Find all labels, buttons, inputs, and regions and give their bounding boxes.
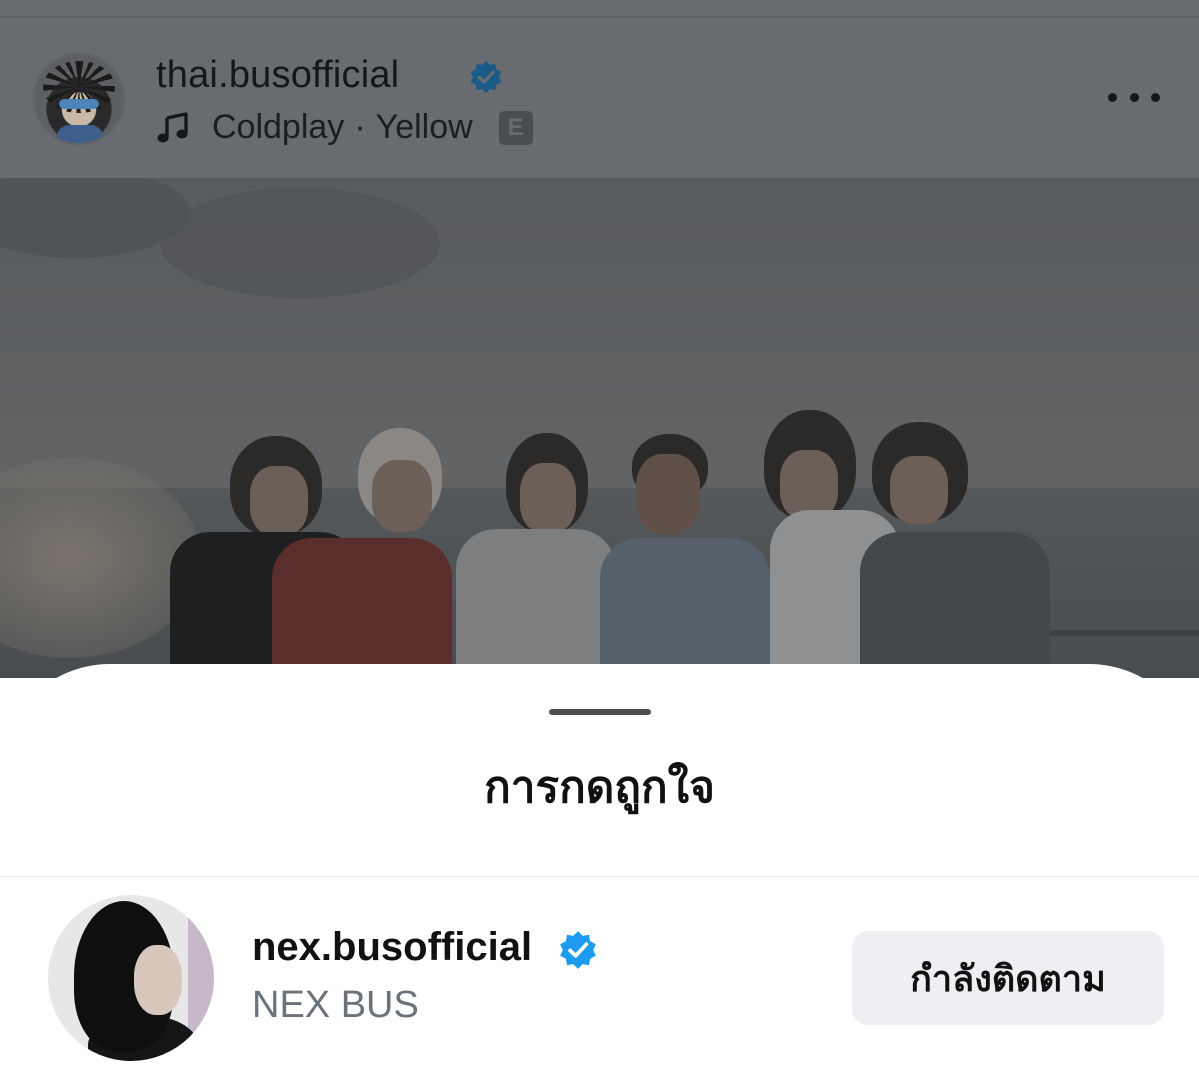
following-button[interactable]: กำลังติดตาม: [852, 931, 1164, 1025]
post-header: thai.busofficial Coldplay · Yellow E: [0, 0, 1199, 178]
top-divider: [0, 16, 1199, 18]
liker-username[interactable]: nex.busofficial: [252, 925, 532, 970]
music-note-icon: [157, 111, 188, 142]
post-author-username[interactable]: thai.busofficial: [156, 54, 399, 97]
more-dot-icon: [1151, 92, 1160, 102]
post-photo: [0, 178, 1199, 678]
photo-cloud: [160, 188, 440, 298]
avatar-glasses-graphic: [59, 99, 99, 109]
liker-avatar[interactable]: [48, 895, 214, 1061]
sheet-title: การกดถูกใจ: [484, 763, 715, 812]
avatar-face-graphic: [134, 945, 182, 1015]
music-separator: ·: [354, 108, 366, 146]
music-song: Yellow: [375, 108, 473, 146]
more-dot-icon: [1108, 92, 1117, 102]
verified-badge-icon: [470, 60, 502, 94]
more-dot-icon: [1129, 92, 1139, 102]
more-options-button[interactable]: [1108, 88, 1160, 106]
post-music-info[interactable]: Coldplay · Yellow E: [156, 108, 533, 147]
explicit-badge: E: [498, 110, 533, 145]
post-author-avatar[interactable]: [33, 53, 125, 145]
music-artist: Coldplay: [212, 108, 345, 146]
avatar-shirt-graphic: [57, 125, 103, 143]
verified-badge-icon: [560, 931, 596, 969]
liker-full-name: NEX BUS: [252, 984, 419, 1026]
sheet-drag-handle[interactable]: [549, 709, 651, 715]
